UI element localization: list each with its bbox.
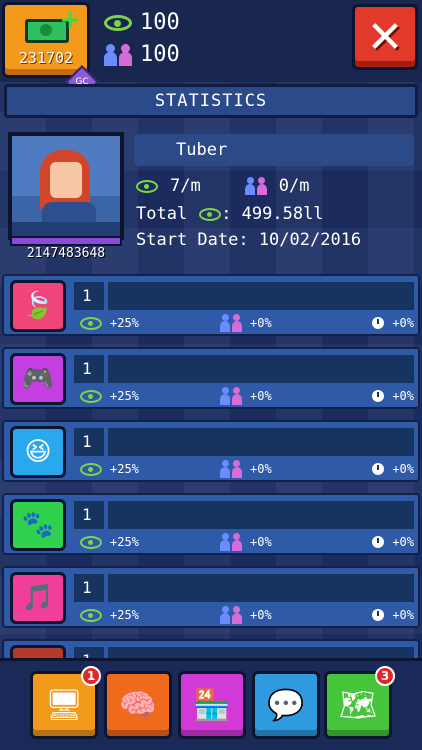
views-stat: 100	[104, 10, 180, 35]
top-bar: + 231702 100 100 ✕	[0, 0, 422, 82]
people-icon: 💬	[267, 687, 305, 723]
social-nav-button[interactable]: 💬	[252, 671, 320, 739]
shop-nav-button[interactable]: 🏪	[178, 671, 246, 739]
clock-icon	[372, 463, 385, 475]
clock-icon	[372, 390, 385, 402]
category-stats: +25% +0% +0%	[74, 533, 416, 551]
clock-icon	[372, 317, 385, 329]
subscribers-icon	[104, 43, 132, 66]
profile-panel: 2147483648 Tuber 7/m 0/m Total : 499.58l…	[0, 124, 422, 266]
views-rate: 7/m	[170, 176, 201, 196]
computer-icon: 🖥	[44, 687, 84, 723]
category-level: 1	[74, 501, 104, 529]
eye-icon	[80, 316, 102, 330]
xp-bar	[10, 236, 122, 246]
category-row[interactable]: 🎵 1 +25% +0% +0%	[2, 566, 420, 628]
views-value: 100	[140, 10, 180, 35]
subscribers-icon	[220, 606, 242, 624]
subscribers-icon	[220, 387, 242, 405]
eye-icon	[80, 462, 102, 476]
computer-nav-button[interactable]: 🖥 1	[30, 666, 101, 739]
channel-name[interactable]: Tuber	[134, 134, 414, 166]
category-progress-bar	[108, 574, 414, 602]
money-button[interactable]: + 231702	[2, 2, 90, 78]
gamepad-icon: 🎮	[10, 353, 66, 405]
category-stats: +25% +0% +0%	[74, 606, 416, 624]
page-title: STATISTICS	[4, 84, 418, 118]
plus-icon: +	[59, 5, 81, 35]
close-icon: ✕	[366, 11, 404, 63]
map-nav-button[interactable]: 🗺 3	[324, 666, 395, 739]
notification-badge: 3	[375, 666, 395, 686]
category-stats: +25% +0% +0%	[74, 460, 416, 478]
clock-icon	[372, 609, 385, 621]
eye-icon	[104, 14, 132, 31]
eye-icon	[80, 608, 102, 622]
category-row[interactable]: 😆 1 +25% +0% +0%	[2, 420, 420, 482]
category-stats: +25% +0% +0%	[74, 387, 416, 405]
leaf-icon: 🍃	[10, 280, 66, 332]
category-stats: +25% +0% +0%	[74, 314, 416, 332]
subscribers-icon	[220, 533, 242, 551]
category-level: 1	[74, 282, 104, 310]
total-line: Total : 499.58ll	[136, 204, 324, 224]
map-icon: 🗺	[338, 687, 378, 723]
paw-icon: 🐾	[10, 499, 66, 551]
notification-badge: 1	[81, 666, 101, 686]
laugh-icon: 😆	[10, 426, 66, 478]
subscribers-value: 100	[140, 42, 180, 67]
start-date: Start Date: 10/02/2016	[136, 230, 362, 250]
category-progress-bar	[108, 501, 414, 529]
category-row[interactable]: 🎮 1 +25% +0% +0%	[2, 347, 420, 409]
total-label: Total	[136, 204, 188, 224]
subscribers-icon	[220, 314, 242, 332]
bottom-nav: 🖥 1 🧠 🏪 💬 🗺 3	[0, 658, 422, 750]
close-button[interactable]: ✕	[352, 4, 418, 70]
subscribers-icon	[244, 177, 267, 195]
shop-icon: 🏪	[193, 687, 231, 723]
eye-icon	[80, 389, 102, 403]
category-row[interactable]: 🐾 1 +25% +0% +0%	[2, 493, 420, 555]
total-value: : 499.58ll	[221, 204, 324, 224]
subscribers-icon	[220, 460, 242, 478]
brain-icon: 🧠	[119, 687, 157, 723]
category-level: 1	[74, 355, 104, 383]
eye-icon	[199, 207, 222, 221]
rate-line: 7/m 0/m	[136, 176, 309, 196]
category-progress-bar	[108, 282, 414, 310]
upgrade-nav-button[interactable]: 🧠	[104, 671, 172, 739]
category-progress-bar	[108, 428, 414, 456]
category-progress-bar	[108, 355, 414, 383]
subscribers-stat: 100	[104, 42, 180, 67]
avatar[interactable]	[8, 132, 124, 240]
subs-rate: 0/m	[278, 176, 310, 196]
clock-icon	[372, 536, 385, 548]
eye-icon	[80, 535, 102, 549]
category-row[interactable]: 🍃 1 +25% +0% +0%	[2, 274, 420, 336]
category-level: 1	[74, 428, 104, 456]
eye-icon	[136, 179, 158, 193]
subscriber-count: 2147483648	[26, 246, 106, 261]
money-value: 231702	[18, 49, 74, 67]
music-icon: 🎵	[10, 572, 66, 624]
category-level: 1	[74, 574, 104, 602]
